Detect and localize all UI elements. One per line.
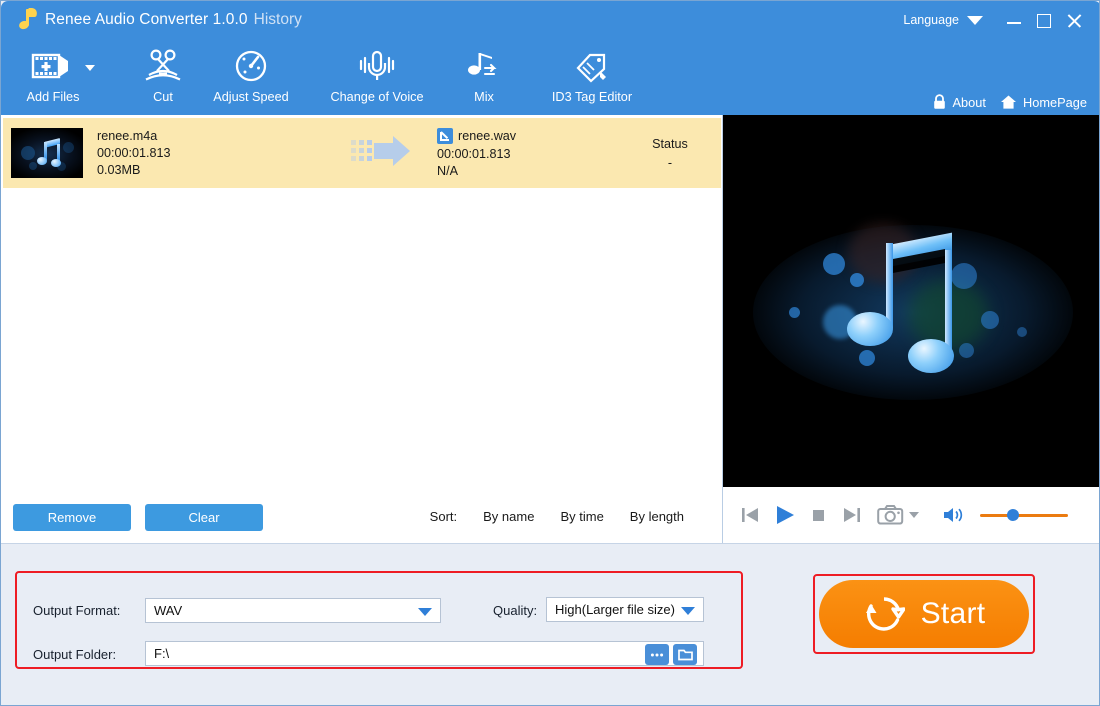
window-controls: Language — [903, 1, 1089, 39]
music-note-thumbnail — [11, 128, 83, 178]
refresh-sync-icon — [865, 597, 905, 631]
volume-slider-knob[interactable] — [1007, 509, 1019, 521]
input-file-size: 0.03MB — [97, 163, 141, 177]
table-row[interactable]: renee.m4a 00:00:01.813 0.03MB renee.wav … — [3, 118, 721, 188]
toolbar-label-add-files: Add Files — [26, 90, 80, 104]
toolbar-label-cut: Cut — [153, 90, 173, 104]
toolbar-item-cut[interactable]: Cut — [127, 39, 199, 115]
toolbar-label-id3-tag-editor: ID3 Tag Editor — [551, 90, 633, 104]
output-format-chevron-down-icon[interactable] — [418, 608, 432, 616]
input-file-meta: renee.m4a 00:00:01.813 0.03MB — [97, 129, 171, 177]
toolbar-label-mix: Mix — [474, 90, 494, 104]
minimize-button[interactable] — [999, 7, 1029, 33]
sort-controls: Sort: By name By time By length — [430, 509, 684, 524]
volume-slider[interactable] — [980, 509, 1068, 521]
edit-pencil-icon[interactable] — [437, 128, 453, 144]
preview-panel[interactable] — [723, 115, 1099, 487]
arrow-right-icon — [351, 135, 410, 166]
clear-button[interactable]: Clear — [145, 504, 263, 531]
sort-by-name-button[interactable]: By name — [483, 509, 534, 524]
output-format-value: WAV — [154, 603, 183, 618]
skip-previous-icon[interactable] — [739, 504, 761, 526]
lock-icon — [933, 94, 945, 109]
stop-icon[interactable] — [809, 505, 829, 525]
close-button[interactable] — [1059, 7, 1089, 33]
sort-label: Sort: — [429, 509, 458, 524]
quality-label: Quality: — [493, 603, 538, 618]
homepage-label: HomePage — [1022, 94, 1087, 110]
toolbar-item-add-files[interactable]: Add Files — [9, 39, 97, 115]
app-title: Renee Audio Converter 1.0.0 — [45, 11, 248, 28]
maximize-button[interactable] — [1029, 7, 1059, 33]
remove-button[interactable]: Remove — [13, 504, 131, 531]
output-file-size: N/A — [437, 164, 458, 178]
list-action-bar: Remove Clear Sort: By name By time By le… — [1, 497, 723, 543]
output-format-label: Output Format: — [33, 603, 121, 618]
quality-chevron-down-icon[interactable] — [681, 607, 695, 615]
history-label[interactable]: History — [254, 11, 302, 29]
status-header: Status — [652, 136, 688, 151]
application-window: Renee Audio Converter 1.0.0 History Lang… — [0, 0, 1100, 706]
about-label: About — [952, 94, 986, 110]
tag-pencil-icon — [573, 45, 611, 87]
speedometer-icon — [233, 45, 269, 87]
music-mix-icon — [464, 45, 504, 87]
snapshot-chevron-down-icon[interactable] — [908, 510, 920, 520]
play-icon[interactable] — [773, 503, 797, 527]
quality-value: High(Larger file size) — [555, 602, 675, 617]
quality-select[interactable]: High(Larger file size) — [546, 597, 704, 622]
toolbar-label-adjust-speed: Adjust Speed — [213, 90, 289, 104]
app-logo-music-note-icon — [15, 8, 38, 32]
output-folder-label: Output Folder: — [33, 647, 117, 662]
status-column: Status - — [625, 137, 715, 170]
start-button-label: Start — [920, 597, 986, 630]
add-files-icon — [30, 45, 76, 87]
toolbar-corner-links: About HomePage — [932, 94, 1087, 110]
sort-by-time-button[interactable]: By time — [560, 509, 603, 524]
browse-ellipsis-button[interactable] — [645, 644, 669, 665]
output-folder-value: F:\ — [154, 646, 170, 661]
output-file-name: renee.wav — [458, 129, 517, 143]
language-label[interactable]: Language — [903, 13, 959, 27]
sort-by-length-button[interactable]: By length — [630, 509, 684, 524]
skip-next-icon[interactable] — [841, 504, 863, 526]
language-chevron-down-icon[interactable] — [967, 15, 983, 25]
folder-icon — [677, 649, 693, 661]
microphone-icon — [356, 45, 398, 87]
settings-panel: Output Format: WAV Quality: High(Larger … — [1, 543, 1099, 705]
output-file-duration: 00:00:01.813 — [437, 147, 511, 161]
home-icon — [1000, 95, 1016, 109]
volume-icon[interactable] — [942, 505, 966, 525]
file-list-area[interactable]: renee.m4a 00:00:01.813 0.03MB renee.wav … — [1, 115, 723, 497]
ellipsis-icon — [650, 653, 664, 656]
homepage-link[interactable]: HomePage — [1000, 94, 1087, 110]
status-badge: - — [667, 155, 673, 170]
scissors-icon — [143, 45, 183, 87]
input-file-duration: 00:00:01.813 — [97, 146, 171, 160]
input-file-name: renee.m4a — [97, 129, 158, 143]
toolbar-label-change-of-voice: Change of Voice — [330, 90, 424, 104]
output-file-meta: renee.wav 00:00:01.813 N/A — [437, 128, 516, 178]
open-folder-button[interactable] — [673, 644, 697, 665]
toolbar-item-adjust-speed[interactable]: Adjust Speed — [203, 39, 299, 115]
toolbar-item-mix[interactable]: Mix — [453, 39, 515, 115]
add-files-chevron-down-icon[interactable] — [85, 65, 95, 71]
toolbar-item-change-of-voice[interactable]: Change of Voice — [307, 39, 447, 115]
start-button[interactable]: Start — [819, 580, 1029, 648]
camera-icon[interactable] — [877, 504, 905, 526]
about-link[interactable]: About — [932, 94, 986, 110]
output-folder-input[interactable]: F:\ — [145, 641, 704, 666]
toolbar-item-id3-tag-editor[interactable]: ID3 Tag Editor — [525, 39, 659, 115]
output-format-select[interactable]: WAV — [145, 598, 441, 623]
title-bar: Renee Audio Converter 1.0.0 History Lang… — [1, 1, 1099, 39]
player-controls — [723, 487, 1099, 543]
main-toolbar: Add Files Cut Adjust Speed Change of Voi… — [1, 39, 1099, 115]
